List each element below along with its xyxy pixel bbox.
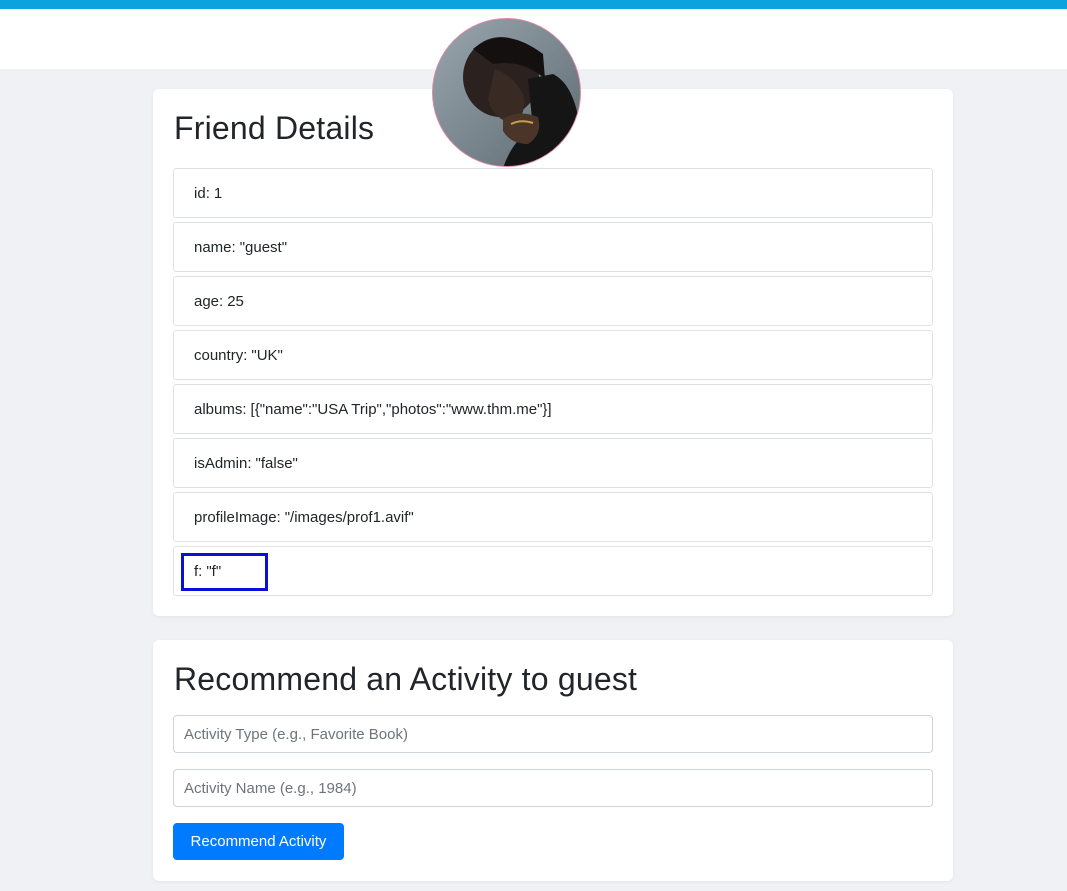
field-separator: : <box>231 238 236 256</box>
field-key: age <box>194 292 220 310</box>
profile-avatar <box>432 18 581 167</box>
field-value: "UK" <box>251 346 283 364</box>
activity-name-input[interactable] <box>173 769 933 807</box>
field-row-profileimage: profileImage: "/images/prof1.avif" <box>173 492 933 542</box>
field-key: profileImage <box>194 508 277 526</box>
profile-photo-icon <box>433 19 580 166</box>
highlight-box <box>181 553 268 591</box>
friend-details-list: id:1 name: "guest" age:25 country: "UK" al… <box>173 168 933 600</box>
field-row-name: name: "guest" <box>173 222 933 272</box>
field-key: albums <box>194 400 243 418</box>
friend-details-card: Friend Details id:1 name: "guest" age:25 … <box>153 89 953 616</box>
field-separator: : <box>219 292 224 310</box>
recommend-activity-title: Recommend an Activity to guest <box>174 661 638 697</box>
field-key: country <box>194 346 244 364</box>
field-separator: : <box>242 400 247 418</box>
field-row-albums: albums: [{"name":"USA Trip","photos":"www… <box>173 384 933 434</box>
field-value: "false" <box>255 454 298 472</box>
field-value: [{"name":"USA Trip","photos":"www.thm.me… <box>250 400 552 418</box>
field-row-age: age:25 <box>173 276 933 326</box>
field-key: id <box>194 184 206 202</box>
field-row-id: id:1 <box>173 168 933 218</box>
field-separator: : <box>205 184 210 202</box>
field-separator: : <box>247 454 252 472</box>
activity-type-input[interactable] <box>173 715 933 753</box>
field-key: isAdmin <box>194 454 248 472</box>
field-separator: : <box>276 508 281 526</box>
field-row-country: country: "UK" <box>173 330 933 380</box>
recommend-activity-card: Recommend an Activity to guest Recommend… <box>153 640 953 881</box>
field-value: "/images/prof1.avif" <box>284 508 414 526</box>
field-separator: : <box>243 346 248 364</box>
field-value: 25 <box>227 292 244 310</box>
recommend-activity-button[interactable]: Recommend Activity <box>173 823 344 860</box>
field-row-f: f: "f" <box>173 546 933 596</box>
field-key: name <box>194 238 232 256</box>
field-value: "guest" <box>239 238 288 256</box>
field-value: 1 <box>213 184 223 202</box>
field-row-isadmin: isAdmin: "false" <box>173 438 933 488</box>
top-accent-stripe <box>0 0 1067 9</box>
friend-details-title: Friend Details <box>174 110 375 146</box>
